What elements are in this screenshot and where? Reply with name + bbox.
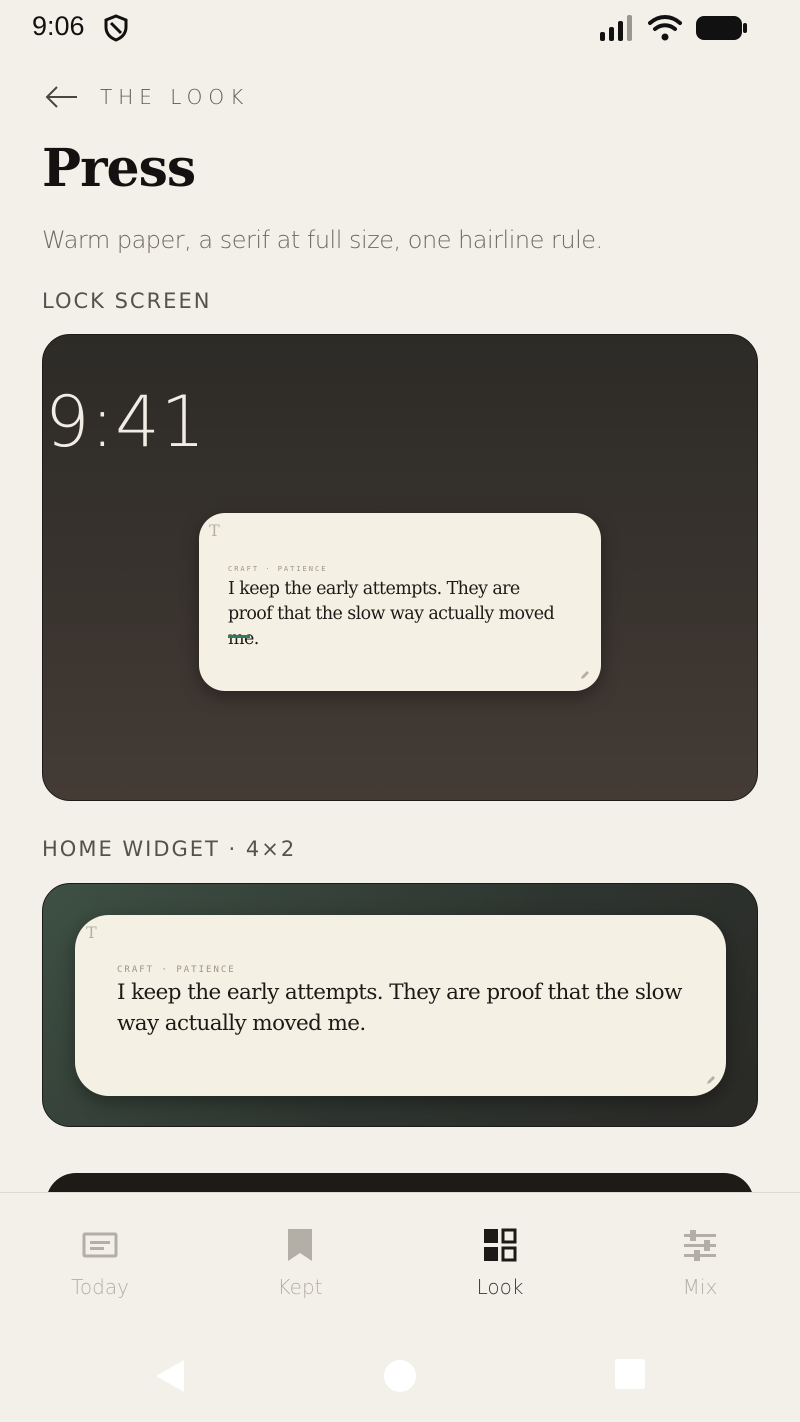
lock-clock: 9:41 [45,381,207,463]
pencil-icon [581,671,589,679]
nav-today[interactable]: Today [0,1193,200,1313]
back-arrow-icon[interactable] [44,84,78,110]
battery-icon [696,16,747,40]
page-title: Press [42,138,196,199]
home-widget-preview[interactable]: T CRAFT · PATIENCE I keep the early atte… [42,883,758,1127]
signal-icon [600,15,632,41]
nav-kept[interactable]: Kept [200,1193,400,1313]
home-quote-card[interactable]: T CRAFT · PATIENCE I keep the early atte… [75,915,726,1096]
nav-label: Today [71,1275,129,1299]
bookmark-icon [288,1229,312,1261]
shield-icon [104,14,128,42]
section-kicker: THE LOOK [100,85,250,109]
nav-look[interactable]: Look [400,1193,600,1313]
card-quote: I keep the early attempts. They are proo… [117,980,682,1036]
system-nav-bar [0,1340,800,1422]
wifi-icon [648,15,682,41]
system-back-icon[interactable] [152,1358,188,1394]
card-mark: T [86,923,97,942]
home-widget-label: HOME WIDGET · 4×2 [42,837,297,861]
article-icon [82,1232,118,1258]
card-meta: CRAFT · PATIENCE [117,965,236,975]
status-bar: 9:06 [0,0,800,56]
lock-screen-label: LOCK SCREEN [42,289,212,313]
nav-label: Kept [277,1275,323,1299]
sliders-icon [684,1230,716,1261]
lock-quote-card[interactable]: T CRAFT · PATIENCE I keep the early atte… [199,513,601,691]
card-quote: I keep the early attempts. They are proo… [228,579,555,649]
card-mark: T [209,521,220,540]
lock-screen-preview[interactable]: 9:41 T CRAFT · PATIENCE I keep the early… [42,334,758,801]
pencil-icon [707,1076,715,1084]
status-time: 9:06 [32,11,85,41]
nav-mix[interactable]: Mix [600,1193,800,1313]
system-recents-icon[interactable] [614,1358,646,1390]
grid-icon [484,1228,517,1262]
page-subtitle: Warm paper, a serif at full size, one ha… [42,226,603,254]
system-home-icon[interactable] [382,1358,418,1394]
back-row[interactable]: THE LOOK [44,84,249,110]
nav-label: Look [476,1275,524,1299]
nav-label: Mix [682,1275,718,1299]
card-meta: CRAFT · PATIENCE [228,565,328,573]
hairline-rule [228,635,250,638]
